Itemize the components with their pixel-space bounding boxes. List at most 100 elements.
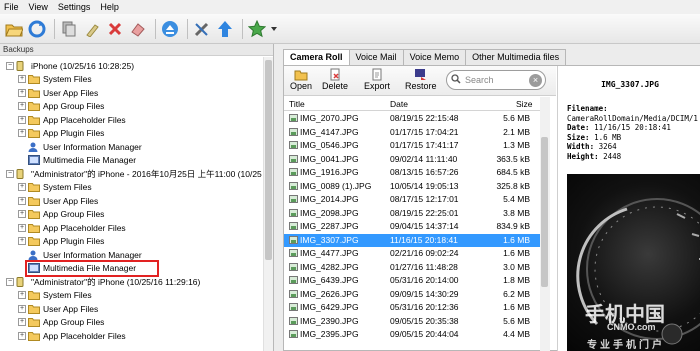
file-title: IMG_0041.JPG bbox=[300, 153, 359, 164]
tree-item[interactable]: + App Group Files bbox=[18, 316, 104, 329]
file-title: IMG_2098.JPG bbox=[300, 207, 359, 218]
search-field[interactable]: Search × bbox=[446, 70, 546, 90]
tree-item[interactable]: + User App Files bbox=[18, 302, 98, 315]
tree-item[interactable]: − "Administrator"的 iPhone - 2016年10月25日 上… bbox=[6, 167, 262, 180]
table-row[interactable]: IMG_0041.JPG 09/02/14 11:11:40 363.5 kB bbox=[284, 153, 540, 166]
expand-icon[interactable]: + bbox=[18, 196, 26, 205]
tree-item[interactable]: + System Files bbox=[18, 181, 92, 194]
delete-icon[interactable] bbox=[105, 19, 125, 39]
table-row[interactable]: IMG_4147.JPG 01/17/15 17:04:21 2.1 MB bbox=[284, 126, 540, 139]
file-title: IMG_2070.JPG bbox=[300, 113, 359, 123]
table-row[interactable]: IMG_2070.JPG 08/19/15 22:15:48 5.6 MB bbox=[284, 112, 540, 125]
tree-item[interactable]: + User App Files bbox=[18, 194, 98, 207]
table-row[interactable]: IMG_2626.JPG 09/09/15 14:30:29 6.2 MB bbox=[284, 288, 540, 301]
file-title-cell: IMG_4147.JPG bbox=[289, 127, 359, 137]
clear-search-icon[interactable]: × bbox=[529, 73, 542, 87]
tree-item[interactable]: + App Plugin Files bbox=[18, 127, 104, 140]
expand-icon[interactable]: + bbox=[18, 291, 26, 299]
export-button[interactable]: Export bbox=[364, 68, 390, 91]
table-row[interactable]: IMG_2390.JPG 09/05/15 20:35:38 5.6 MB bbox=[284, 315, 540, 328]
tree-scrollbar[interactable] bbox=[263, 57, 273, 351]
expand-icon[interactable]: + bbox=[18, 237, 26, 245]
tools-icon[interactable] bbox=[192, 19, 212, 39]
folder-icon bbox=[28, 101, 40, 111]
tree-item[interactable]: + System Files bbox=[18, 73, 92, 86]
table-row[interactable]: IMG_2287.JPG 09/04/15 14:37:14 834.9 kB bbox=[284, 220, 540, 233]
expand-icon[interactable]: + bbox=[18, 183, 26, 191]
table-row[interactable]: IMG_2014.JPG 08/17/15 12:17:01 5.4 MB bbox=[284, 193, 540, 206]
file-title-cell: IMG_0546.JPG bbox=[289, 140, 359, 150]
expand-icon[interactable]: + bbox=[18, 210, 26, 218]
tree-item[interactable]: − "Administrator"的 iPhone (10/25/16 11:29… bbox=[6, 275, 200, 288]
menu-view[interactable]: View bbox=[29, 2, 48, 12]
column-date[interactable]: Date bbox=[390, 99, 408, 109]
tree-item[interactable]: + System Files bbox=[18, 289, 92, 302]
table-row[interactable]: IMG_6429.JPG 05/31/16 20:12:36 1.6 MB bbox=[284, 301, 540, 314]
expand-icon[interactable]: + bbox=[18, 129, 26, 137]
table-row[interactable]: IMG_2098.JPG 08/19/15 22:25:01 3.8 MB bbox=[284, 207, 540, 220]
delete-button[interactable]: Delete bbox=[322, 68, 348, 91]
tree-scrollbar-thumb[interactable] bbox=[265, 60, 272, 260]
expand-icon[interactable]: + bbox=[18, 75, 26, 83]
refresh-icon[interactable] bbox=[27, 19, 47, 39]
table-row[interactable]: IMG_4477.JPG 02/21/16 09:02:24 1.6 MB bbox=[284, 247, 540, 260]
menu-help[interactable]: Help bbox=[100, 2, 119, 12]
image-file-icon bbox=[289, 181, 298, 190]
tree-item[interactable]: + User App Files bbox=[18, 86, 98, 99]
eraser-icon[interactable] bbox=[128, 19, 148, 39]
search-input[interactable]: Search bbox=[465, 75, 529, 85]
tree-item[interactable]: + App Group Files bbox=[18, 208, 104, 221]
table-row[interactable]: IMG_0546.JPG 01/17/15 17:41:17 1.3 MB bbox=[284, 139, 540, 152]
copy-icon[interactable] bbox=[59, 19, 79, 39]
expand-icon[interactable]: + bbox=[18, 304, 26, 313]
table-row[interactable]: IMG_3307.JPG 11/16/15 20:18:41 1.6 MB bbox=[284, 233, 540, 247]
table-scrollbar-thumb[interactable] bbox=[541, 137, 548, 287]
file-title: IMG_0089 (1).JPG bbox=[300, 180, 372, 191]
expand-icon[interactable]: + bbox=[18, 223, 26, 232]
tab-other-multimedia[interactable]: Other Multimedia files bbox=[465, 49, 567, 65]
restore-button[interactable]: Restore bbox=[405, 68, 437, 91]
folder-icon bbox=[28, 236, 40, 246]
collapse-icon[interactable]: − bbox=[6, 169, 14, 178]
table-row[interactable]: IMG_4282.JPG 01/27/16 11:48:28 3.0 MB bbox=[284, 261, 540, 274]
table-scrollbar[interactable] bbox=[540, 97, 550, 351]
tree-item[interactable]: + App Placeholder Files bbox=[18, 221, 126, 234]
folder-icon bbox=[28, 317, 40, 327]
expand-icon[interactable]: + bbox=[18, 318, 26, 326]
tab-voice-memo[interactable]: Voice Memo bbox=[402, 49, 467, 65]
upload-icon[interactable] bbox=[215, 19, 235, 39]
file-size: 1.3 MB bbox=[503, 140, 530, 150]
tree-item[interactable]: + App Group Files bbox=[18, 100, 104, 113]
tree-item[interactable]: + App Placeholder Files bbox=[18, 329, 126, 342]
device-icon bbox=[16, 60, 28, 71]
collapse-icon[interactable]: − bbox=[6, 61, 14, 70]
multimedia-pane: Camera Roll Voice Mail Voice Memo Other … bbox=[279, 44, 700, 351]
collapse-icon[interactable]: − bbox=[6, 277, 14, 286]
open-button[interactable]: Open bbox=[290, 68, 312, 91]
tree-item[interactable]: User Information Manager bbox=[18, 140, 142, 153]
open-folder-icon[interactable] bbox=[4, 19, 24, 39]
column-size[interactable]: Size bbox=[516, 99, 533, 109]
tree-item[interactable]: − iPhone (10/25/16 10:28:25) bbox=[6, 59, 134, 72]
expand-icon[interactable]: + bbox=[18, 331, 26, 340]
chevron-down-icon[interactable] bbox=[270, 19, 278, 39]
table-row[interactable]: IMG_0089 (1).JPG 10/05/14 19:05:13 325.8 k… bbox=[284, 180, 540, 193]
menu-file[interactable]: File bbox=[4, 2, 19, 12]
tree-item-label: App Plugin Files bbox=[43, 236, 105, 246]
tree-item[interactable]: Multimedia File Manager bbox=[18, 154, 136, 167]
table-row[interactable]: IMG_1916.JPG 08/13/15 16:57:26 684.5 kB bbox=[284, 166, 540, 179]
column-title[interactable]: Title bbox=[289, 99, 305, 109]
expand-icon[interactable]: + bbox=[18, 115, 26, 124]
star-icon[interactable] bbox=[247, 19, 267, 39]
menu-settings[interactable]: Settings bbox=[58, 2, 91, 12]
table-row[interactable]: IMG_6439.JPG 05/31/16 20:14:00 1.8 MB bbox=[284, 274, 540, 287]
expand-icon[interactable]: + bbox=[18, 102, 26, 110]
expand-icon[interactable]: + bbox=[18, 88, 26, 97]
tab-camera-roll[interactable]: Camera Roll bbox=[283, 49, 350, 65]
tree-item[interactable]: + App Placeholder Files bbox=[18, 113, 126, 126]
table-row[interactable]: IMG_2395.JPG 09/05/15 20:44:04 4.4 MB bbox=[284, 328, 540, 341]
eject-icon[interactable] bbox=[160, 19, 180, 39]
tree-item[interactable]: + App Plugin Files bbox=[18, 235, 104, 248]
tab-voice-mail[interactable]: Voice Mail bbox=[348, 49, 404, 65]
clean-icon[interactable] bbox=[82, 19, 102, 39]
